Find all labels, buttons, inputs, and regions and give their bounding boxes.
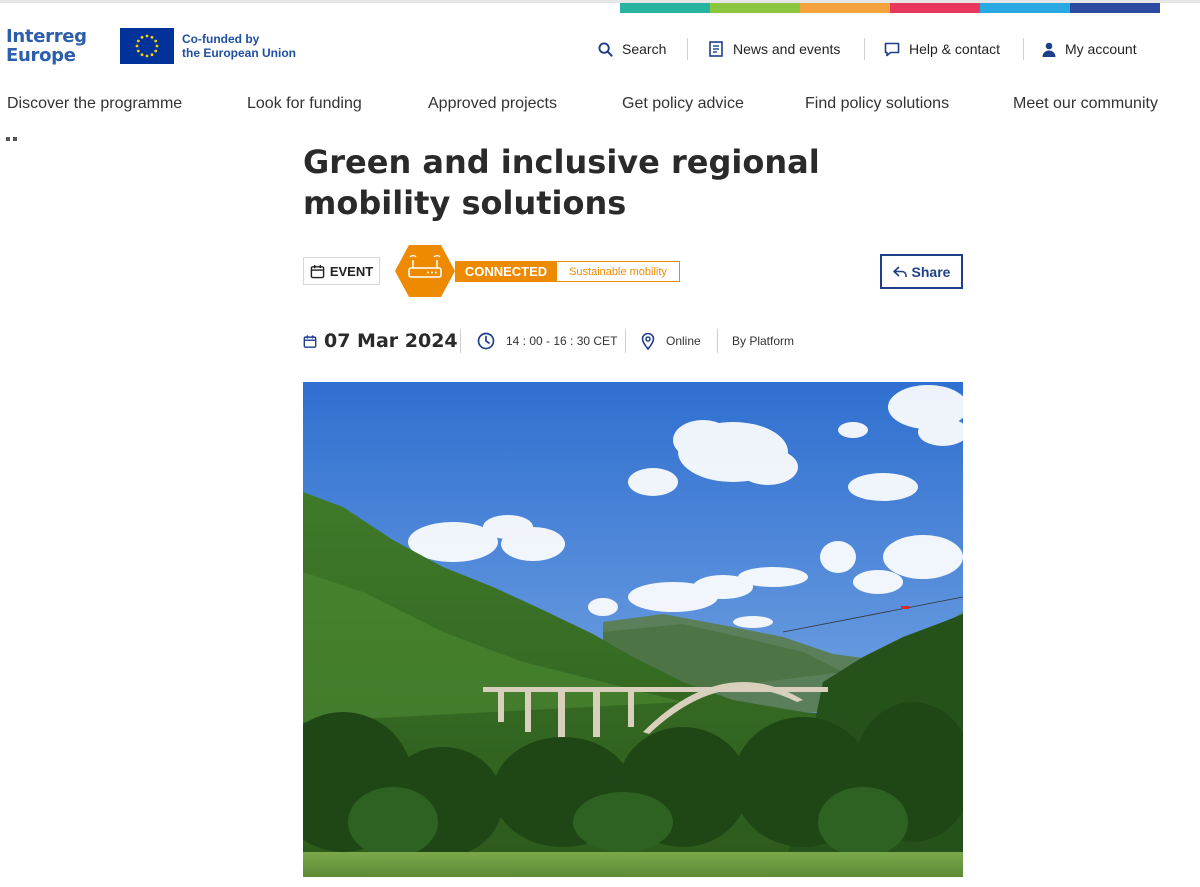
page-title: Green and inclusive regional mobility so… <box>303 143 820 222</box>
nav-find-policy-solutions[interactable]: Find policy solutions <box>805 95 949 113</box>
breadcrumb-fragment <box>6 126 20 141</box>
interreg-europe-logo[interactable]: Interreg Europe Co-funded by the Europea… <box>6 27 306 67</box>
connected-badge: CONNECTED <box>455 261 557 282</box>
newspaper-icon <box>709 41 723 57</box>
nav-meet-community[interactable]: Meet our community <box>1013 95 1158 113</box>
meta-divider <box>625 329 626 353</box>
share-arrow-icon <box>892 265 907 277</box>
news-events-link[interactable]: News and events <box>708 38 840 60</box>
help-contact-label: Help & contact <box>909 41 1001 57</box>
search-label: Search <box>622 41 667 57</box>
brand-colorbar <box>620 3 1160 13</box>
search-icon <box>598 41 613 57</box>
my-account-link[interactable]: My account <box>1042 38 1137 60</box>
search-link[interactable]: Search <box>598 38 666 60</box>
event-type-label: EVENT <box>329 263 374 279</box>
calendar-icon <box>310 264 325 278</box>
eu-flag-icon <box>120 28 174 64</box>
event-location: Online <box>641 328 701 354</box>
event-organiser-value: By Platform <box>732 334 795 348</box>
router-icon <box>394 244 456 298</box>
logo-wordmark: Interreg Europe <box>6 26 87 66</box>
event-organiser: By Platform <box>732 328 794 354</box>
nav-divider <box>864 38 865 60</box>
meta-divider <box>717 329 718 353</box>
eu-cofunded-label: Co-funded by the European Union <box>182 32 296 60</box>
nav-approved-projects[interactable]: Approved projects <box>428 95 557 113</box>
nav-discover-programme[interactable]: Discover the programme <box>7 95 182 113</box>
calendar-icon <box>303 334 317 348</box>
nav-divider <box>1023 38 1024 60</box>
event-hero-image <box>303 382 963 877</box>
my-account-label: My account <box>1065 41 1137 57</box>
event-time: 14 : 00 - 16 : 30 CET <box>477 328 617 354</box>
share-label: Share <box>911 263 951 280</box>
nav-divider <box>687 38 688 60</box>
topic-tag[interactable]: Sustainable mobility <box>556 261 680 282</box>
map-pin-icon <box>641 332 655 350</box>
event-time-value: 14 : 00 - 16 : 30 CET <box>506 334 618 348</box>
user-icon <box>1042 42 1056 57</box>
nav-look-for-funding[interactable]: Look for funding <box>247 95 362 113</box>
event-type-badge: EVENT <box>303 257 380 285</box>
help-contact-link[interactable]: Help & contact <box>884 38 1000 60</box>
clock-icon <box>477 332 495 350</box>
share-button[interactable]: Share <box>880 254 963 289</box>
meta-divider <box>460 329 461 353</box>
event-location-value: Online <box>666 334 701 348</box>
event-date-value: 07 Mar 2024 <box>324 330 458 352</box>
event-date: 07 Mar 2024 <box>303 328 458 354</box>
chat-bubble-icon <box>884 42 900 57</box>
nav-get-policy-advice[interactable]: Get policy advice <box>622 95 744 113</box>
news-events-label: News and events <box>733 41 841 57</box>
